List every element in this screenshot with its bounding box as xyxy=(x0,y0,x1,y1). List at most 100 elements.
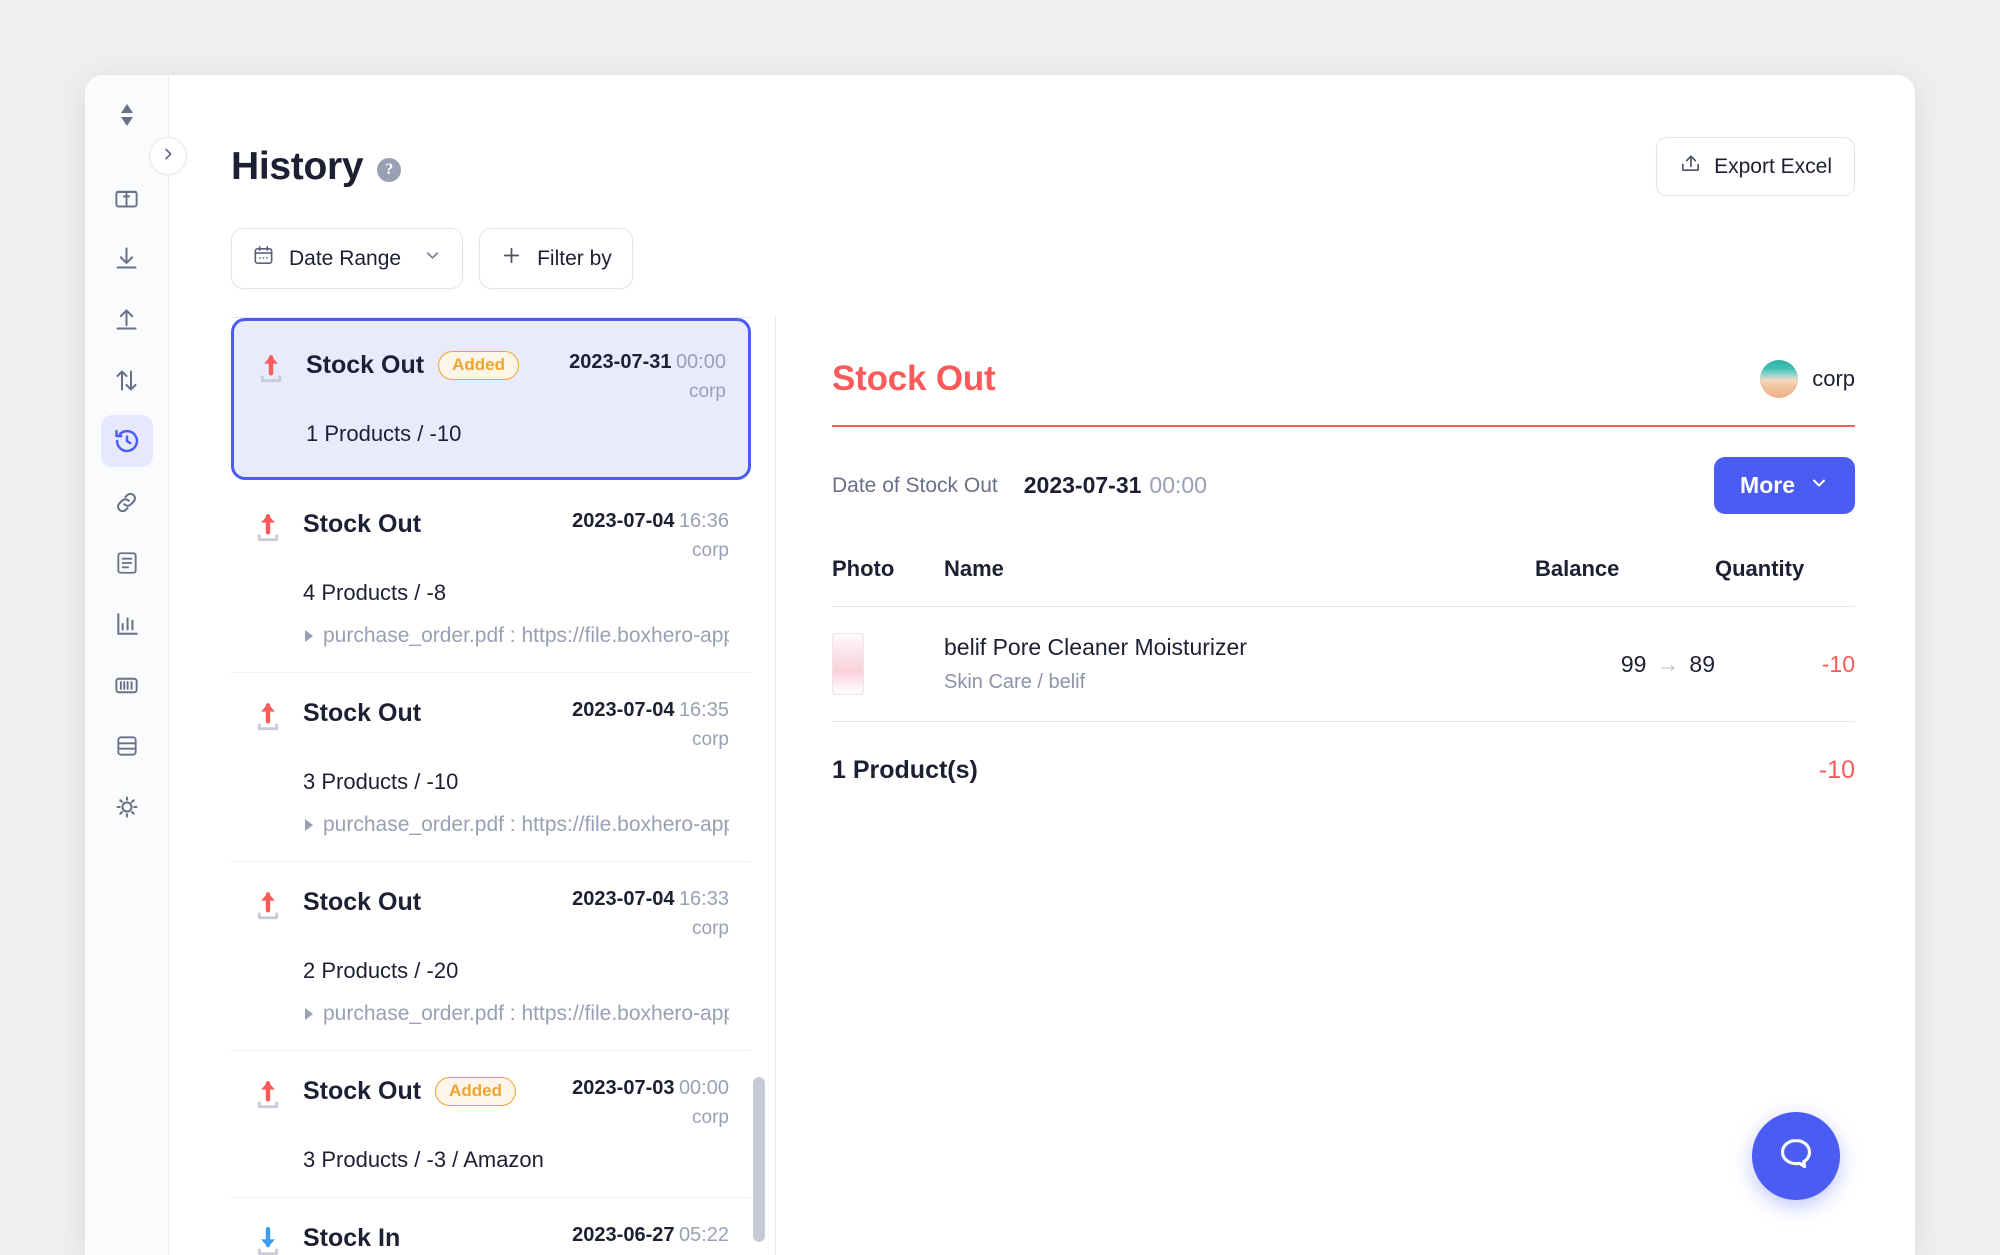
account-name: corp xyxy=(1812,366,1855,392)
page-title: History xyxy=(231,145,363,189)
history-item-meta: 2023-07-04 16:33 corp xyxy=(572,888,729,940)
triangle-right-icon xyxy=(305,630,313,642)
export-excel-button[interactable]: Export Excel xyxy=(1656,137,1855,196)
stock-out-arrow-icon xyxy=(256,351,294,390)
history-item-header: Stock In 2023-06-27 05:22 BoxHero Demo xyxy=(253,1224,729,1255)
document-icon xyxy=(114,550,140,576)
filter-toolbar: Date Range Filter by xyxy=(169,196,1915,289)
history-item-summary: 3 Products / -10 xyxy=(303,769,729,795)
triangle-right-icon xyxy=(305,819,313,831)
balance-to: 89 xyxy=(1689,651,1715,677)
sidebar-item-sort-toggle[interactable] xyxy=(101,89,153,141)
sidebar-item-products[interactable] xyxy=(101,171,153,223)
history-item-attachment[interactable]: purchase_order.pdf : https://file.boxher… xyxy=(305,1002,729,1026)
sidebar-item-documents[interactable] xyxy=(101,537,153,589)
history-item-user: corp xyxy=(572,1107,729,1129)
history-list-item[interactable]: Stock Out 2023-07-04 16:36 corp 4 Produc… xyxy=(231,484,751,673)
history-item-type: Stock Out xyxy=(303,510,421,539)
sidebar-item-analysis[interactable] xyxy=(101,598,153,650)
sidebar-item-links[interactable] xyxy=(101,476,153,528)
history-item-user: corp xyxy=(572,918,729,940)
history-item-summary: 3 Products / -3 / Amazon xyxy=(303,1147,729,1173)
history-list-item[interactable]: Stock In 2023-06-27 05:22 BoxHero Demo xyxy=(231,1198,751,1255)
history-list-scrollbar[interactable] xyxy=(753,1077,765,1242)
column-header-photo: Photo xyxy=(832,556,944,607)
date-of-stock-out-label: Date of Stock Out xyxy=(832,474,998,498)
status-badge: Added xyxy=(438,351,519,380)
history-item-summary: 4 Products / -8 xyxy=(303,580,729,606)
history-item-date: 2023-07-04 xyxy=(572,510,674,532)
date-of-stock-out-date: 2023-07-31 xyxy=(1024,472,1142,499)
history-list-item[interactable]: Stock OutAdded 2023-07-03 00:00 corp 3 P… xyxy=(231,1051,751,1198)
history-item-time: 00:00 xyxy=(676,351,726,373)
product-thumbnail xyxy=(832,633,864,695)
sidebar-item-stock-in[interactable] xyxy=(101,232,153,284)
detail-title: Stock Out xyxy=(832,359,996,399)
quantity-value: -10 xyxy=(1822,651,1855,677)
history-item-datetime: 2023-07-31 00:00 xyxy=(569,351,726,374)
cell-quantity: -10 xyxy=(1715,607,1855,722)
sidebar-item-transfer[interactable] xyxy=(101,354,153,406)
table-row[interactable]: belif Pore Cleaner Moisturizer Skin Care… xyxy=(832,607,1855,722)
product-category: Skin Care / belif xyxy=(944,671,1535,694)
history-list-item[interactable]: Stock Out 2023-07-04 16:35 corp 3 Produc… xyxy=(231,673,751,862)
balance-from: 99 xyxy=(1621,651,1647,677)
history-item-meta: 2023-06-27 05:22 BoxHero Demo xyxy=(572,1224,729,1255)
column-header-quantity: Quantity xyxy=(1715,556,1855,607)
history-item-datetime: 2023-07-03 00:00 xyxy=(572,1077,729,1100)
sidebar-item-barcode[interactable] xyxy=(101,659,153,711)
history-list-pane: Stock OutAdded 2023-07-31 00:00 corp 1 P… xyxy=(169,317,775,1255)
calendar-icon xyxy=(252,244,275,273)
history-item-type: Stock In xyxy=(303,1224,400,1253)
history-item-date: 2023-07-04 xyxy=(572,699,674,721)
history-item-time: 05:22 xyxy=(679,1224,729,1246)
sidebar-item-database[interactable] xyxy=(101,720,153,772)
help-icon[interactable]: ? xyxy=(377,158,401,182)
share-export-icon xyxy=(1679,152,1702,181)
clock-rewind-icon xyxy=(113,427,141,455)
history-item-datetime: 2023-07-04 16:35 xyxy=(572,699,729,722)
date-range-label: Date Range xyxy=(289,247,401,271)
avatar xyxy=(1760,360,1798,398)
history-item-datetime: 2023-07-04 16:36 xyxy=(572,510,729,533)
filter-by-label: Filter by xyxy=(537,247,612,271)
total-products-label: 1 Product(s) xyxy=(832,756,978,785)
sidebar-collapse-button[interactable] xyxy=(149,137,187,175)
history-item-date: 2023-07-04 xyxy=(572,888,674,910)
history-item-user: corp xyxy=(572,729,729,751)
history-item-type: Stock Out xyxy=(303,888,421,917)
date-of-stock-out-time: 00:00 xyxy=(1149,472,1207,499)
more-button[interactable]: More xyxy=(1714,457,1855,514)
gear-icon xyxy=(114,794,140,820)
stock-out-arrow-icon xyxy=(253,510,291,549)
sidebar-item-history[interactable] xyxy=(101,415,153,467)
history-item-attachment[interactable]: purchase_order.pdf : https://file.boxher… xyxy=(305,813,729,837)
date-range-button[interactable]: Date Range xyxy=(231,228,463,289)
history-body: Stock OutAdded 2023-07-31 00:00 corp 1 P… xyxy=(169,317,1915,1255)
help-chat-button[interactable] xyxy=(1752,1112,1840,1200)
history-item-type: Stock Out xyxy=(303,699,421,728)
arrow-down-tray-icon xyxy=(113,245,140,272)
arrow-up-tray-icon xyxy=(113,306,140,333)
history-list[interactable]: Stock OutAdded 2023-07-31 00:00 corp 1 P… xyxy=(231,318,751,1255)
column-header-name: Name xyxy=(944,556,1535,607)
link-icon xyxy=(113,489,140,516)
sidebar-item-settings[interactable] xyxy=(101,781,153,833)
attachment-label: purchase_order.pdf : https://file.boxher… xyxy=(323,1002,729,1026)
product-name: belif Pore Cleaner Moisturizer xyxy=(944,634,1535,661)
history-item-attachment[interactable]: purchase_order.pdf : https://file.boxher… xyxy=(305,624,729,648)
history-item-header: Stock OutAdded 2023-07-31 00:00 corp xyxy=(256,351,726,403)
sidebar-nav xyxy=(85,75,169,1255)
arrows-up-down-icon xyxy=(113,367,140,394)
totals-row: 1 Product(s) -10 xyxy=(832,722,1855,785)
history-item-header: Stock OutAdded 2023-07-03 00:00 corp xyxy=(253,1077,729,1129)
history-list-item[interactable]: Stock OutAdded 2023-07-31 00:00 corp 1 P… xyxy=(231,318,751,480)
history-item-date: 2023-07-03 xyxy=(572,1077,674,1099)
history-item-date: 2023-06-27 xyxy=(572,1224,674,1246)
attachment-label: purchase_order.pdf : https://file.boxher… xyxy=(323,624,729,648)
history-list-item[interactable]: Stock Out 2023-07-04 16:33 corp 2 Produc… xyxy=(231,862,751,1051)
history-item-time: 00:00 xyxy=(679,1077,729,1099)
filter-by-button[interactable]: Filter by xyxy=(479,228,633,289)
chevron-right-icon xyxy=(160,146,176,167)
sidebar-item-stock-out[interactable] xyxy=(101,293,153,345)
